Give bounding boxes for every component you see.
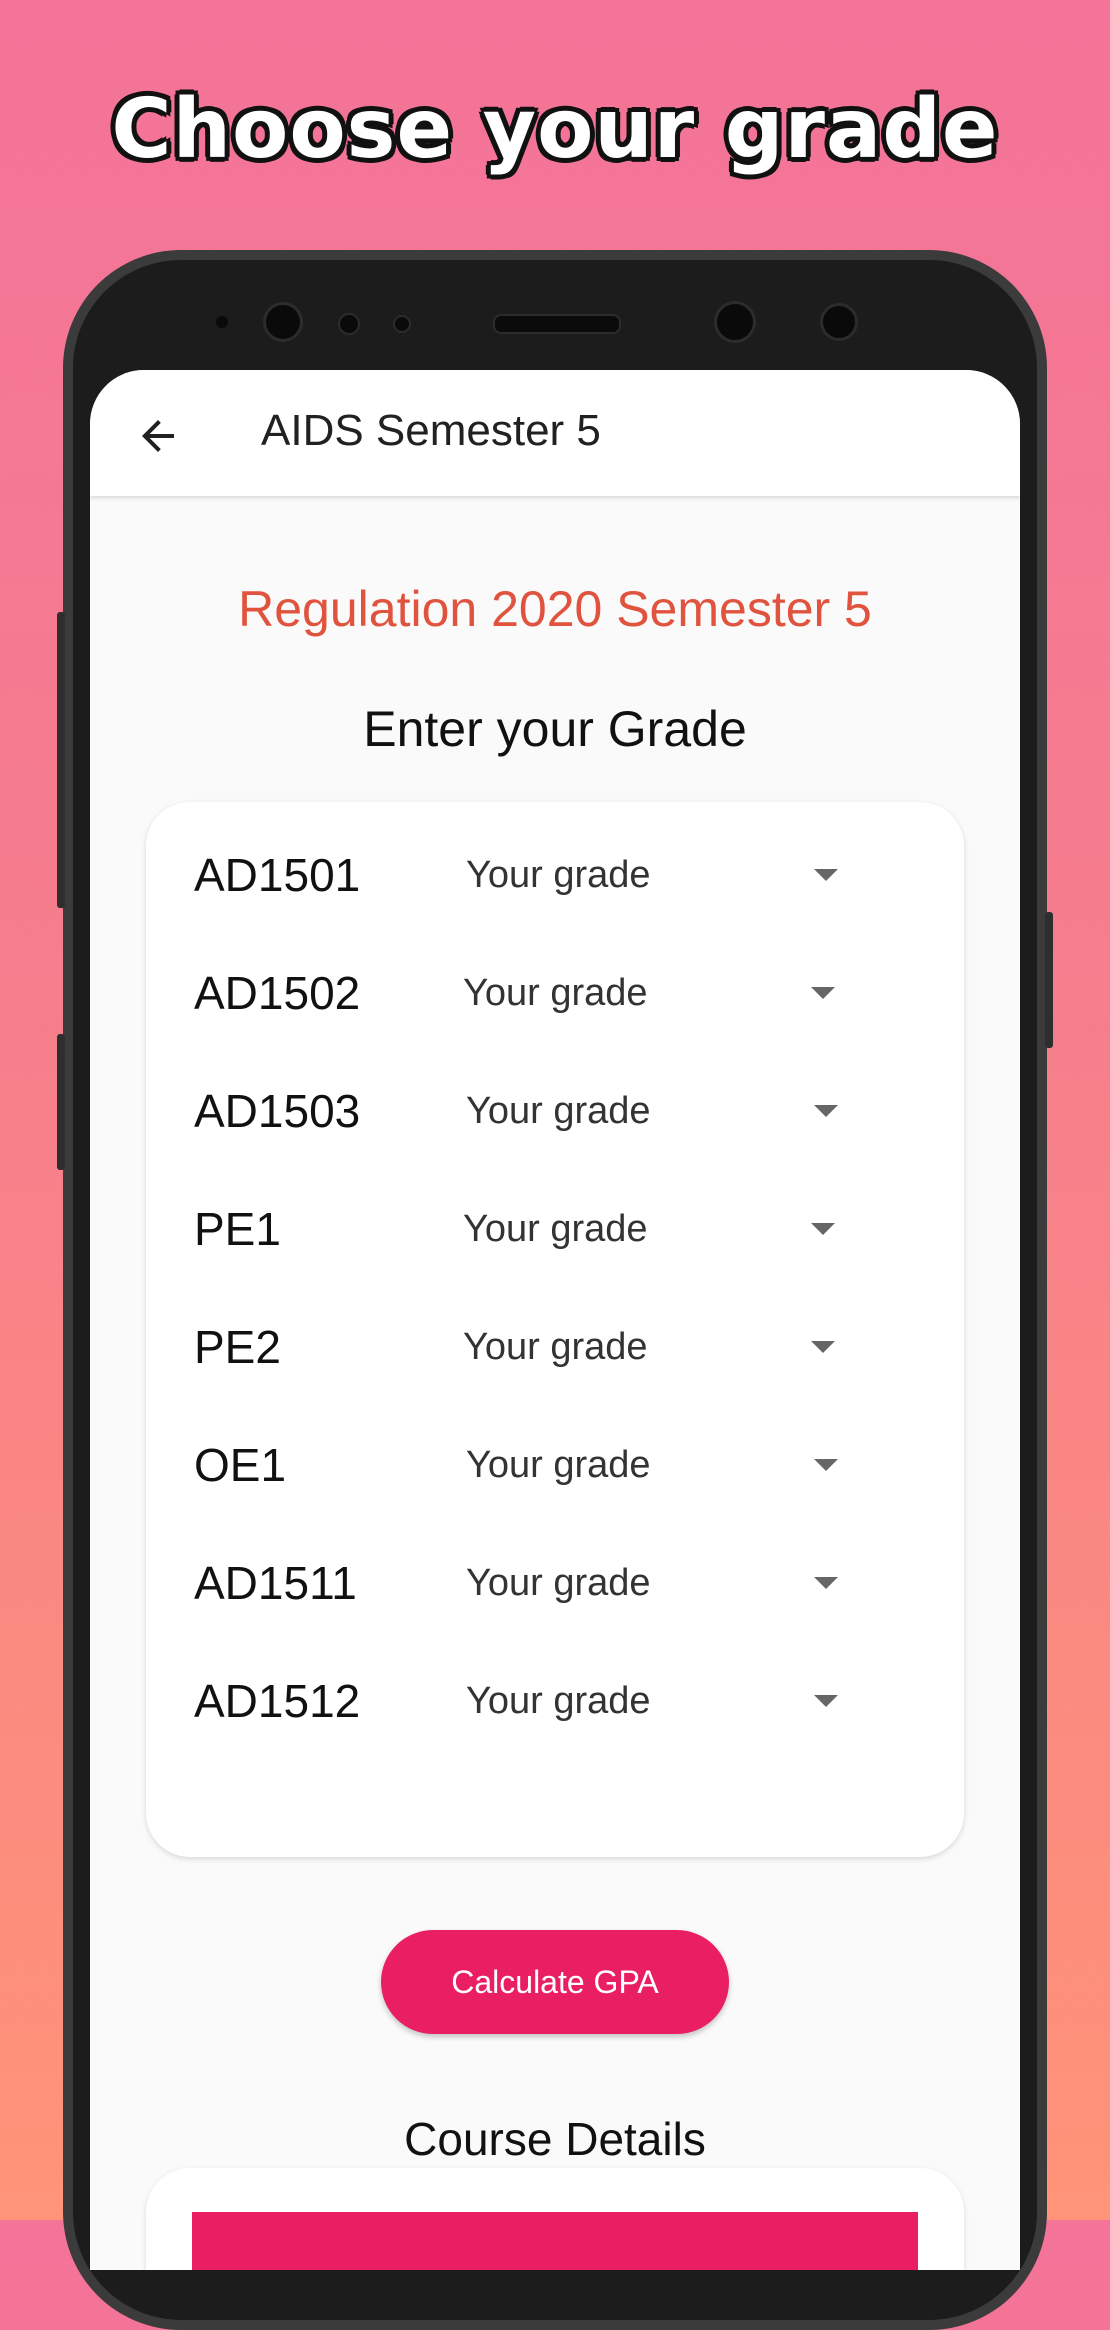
app-screen: AIDS Semester 5 Regulation 2020 Semester… [90, 370, 1020, 2270]
grade-dropdown-value: Your grade [466, 1090, 651, 1132]
dropdown-arrow-icon [811, 1341, 835, 1353]
grade-dropdown[interactable]: Your grade [463, 1308, 873, 1386]
regulation-heading: Regulation 2020 Semester 5 [238, 581, 872, 637]
grade-dropdown[interactable]: Your grade [466, 1072, 876, 1150]
sensor-icon [338, 313, 360, 335]
grade-dropdown-value: Your grade [466, 1444, 651, 1486]
dropdown-arrow-icon [811, 987, 835, 999]
course-code: AD1512 [194, 1675, 361, 1727]
front-camera-icon [263, 302, 303, 342]
grades-card: AD1501 Your grade AD1502 Your grade AD15… [146, 802, 964, 1857]
grade-dropdown-value: Your grade [466, 1562, 651, 1604]
course-details-card [146, 2168, 964, 2270]
grade-dropdown-value: Your grade [466, 854, 651, 896]
dropdown-arrow-icon [814, 1459, 838, 1471]
grade-dropdown[interactable]: Your grade [466, 836, 876, 914]
course-code: AD1503 [194, 1085, 361, 1137]
front-camera-icon [820, 303, 858, 341]
promo-headline: Choose your grade [111, 82, 999, 177]
course-row: AD1503 Your grade [146, 1052, 964, 1170]
grade-dropdown[interactable]: Your grade [463, 1190, 873, 1268]
dropdown-arrow-icon [811, 1223, 835, 1235]
dropdown-arrow-icon [814, 1577, 838, 1589]
course-row: AD1512 Your grade [146, 1642, 964, 1760]
front-camera-icon [714, 301, 756, 343]
sensor-icon [216, 316, 228, 328]
course-row: AD1502 Your grade [146, 934, 964, 1052]
course-row: AD1511 Your grade [146, 1524, 964, 1642]
course-row: PE2 Your grade [146, 1288, 964, 1406]
course-code: PE1 [194, 1203, 281, 1255]
app-bar: AIDS Semester 5 [90, 370, 1020, 496]
course-code: PE2 [194, 1321, 281, 1373]
course-row: PE1 Your grade [146, 1170, 964, 1288]
grade-dropdown-value: Your grade [463, 1208, 648, 1250]
course-details-table-header [192, 2212, 918, 2270]
course-code: AD1501 [194, 849, 361, 901]
phone-power-button [1045, 912, 1053, 1048]
course-code: AD1511 [194, 1557, 357, 1609]
grade-dropdown[interactable]: Your grade [466, 1662, 876, 1740]
dropdown-arrow-icon [814, 869, 838, 881]
earpiece-speaker [493, 314, 621, 334]
arrow-back-icon[interactable] [134, 412, 182, 460]
dropdown-arrow-icon [814, 1105, 838, 1117]
page-title: AIDS Semester 5 [261, 406, 601, 455]
course-code: AD1502 [194, 967, 361, 1019]
phone-side-button [57, 1034, 65, 1170]
course-row: OE1 Your grade [146, 1406, 964, 1524]
course-code: OE1 [194, 1439, 287, 1491]
grade-dropdown[interactable]: Your grade [466, 1544, 876, 1622]
phone-side-button [57, 612, 65, 908]
calculate-gpa-button[interactable]: Calculate GPA [381, 1930, 729, 2034]
grade-dropdown[interactable]: Your grade [466, 1426, 876, 1504]
dropdown-arrow-icon [814, 1695, 838, 1707]
grade-dropdown-value: Your grade [463, 972, 648, 1014]
enter-grade-label: Enter your Grade [363, 701, 747, 757]
course-details-heading: Course Details [404, 2113, 706, 2165]
course-row: AD1501 Your grade [146, 816, 964, 934]
grade-dropdown-value: Your grade [463, 1326, 648, 1368]
grade-dropdown-value: Your grade [466, 1680, 651, 1722]
grade-dropdown[interactable]: Your grade [463, 954, 873, 1032]
sensor-icon [393, 315, 411, 333]
